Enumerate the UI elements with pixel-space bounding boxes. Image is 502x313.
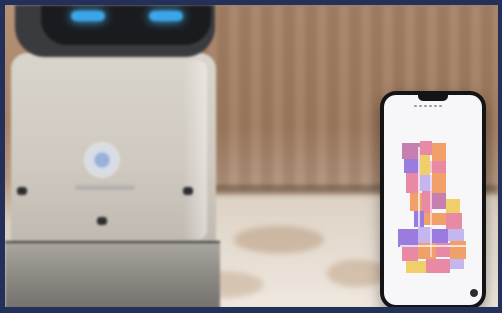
phone-screen	[384, 95, 482, 305]
screenshot-frame	[0, 0, 502, 313]
robot-sensor-icon	[97, 217, 107, 225]
robot-logo-icon	[87, 145, 117, 175]
robot-eye-left	[71, 11, 105, 21]
robot-sensor-icon	[17, 187, 27, 195]
phone-stats-header	[392, 117, 474, 133]
robot-base	[5, 243, 220, 307]
robot-photo	[5, 5, 220, 307]
floor-plan-map[interactable]	[392, 137, 474, 285]
phone-mockup	[380, 91, 486, 307]
robot-eye-right	[149, 11, 183, 21]
robot-head	[15, 5, 215, 57]
robot-logo-text	[75, 185, 135, 190]
phone-notch	[418, 95, 448, 101]
robot-highlight	[183, 60, 207, 240]
locate-icon[interactable]	[470, 289, 478, 297]
robot-sensor-icon	[183, 187, 193, 195]
top-nav	[230, 29, 492, 41]
robot-visor	[41, 5, 211, 45]
status-bar	[414, 105, 442, 107]
